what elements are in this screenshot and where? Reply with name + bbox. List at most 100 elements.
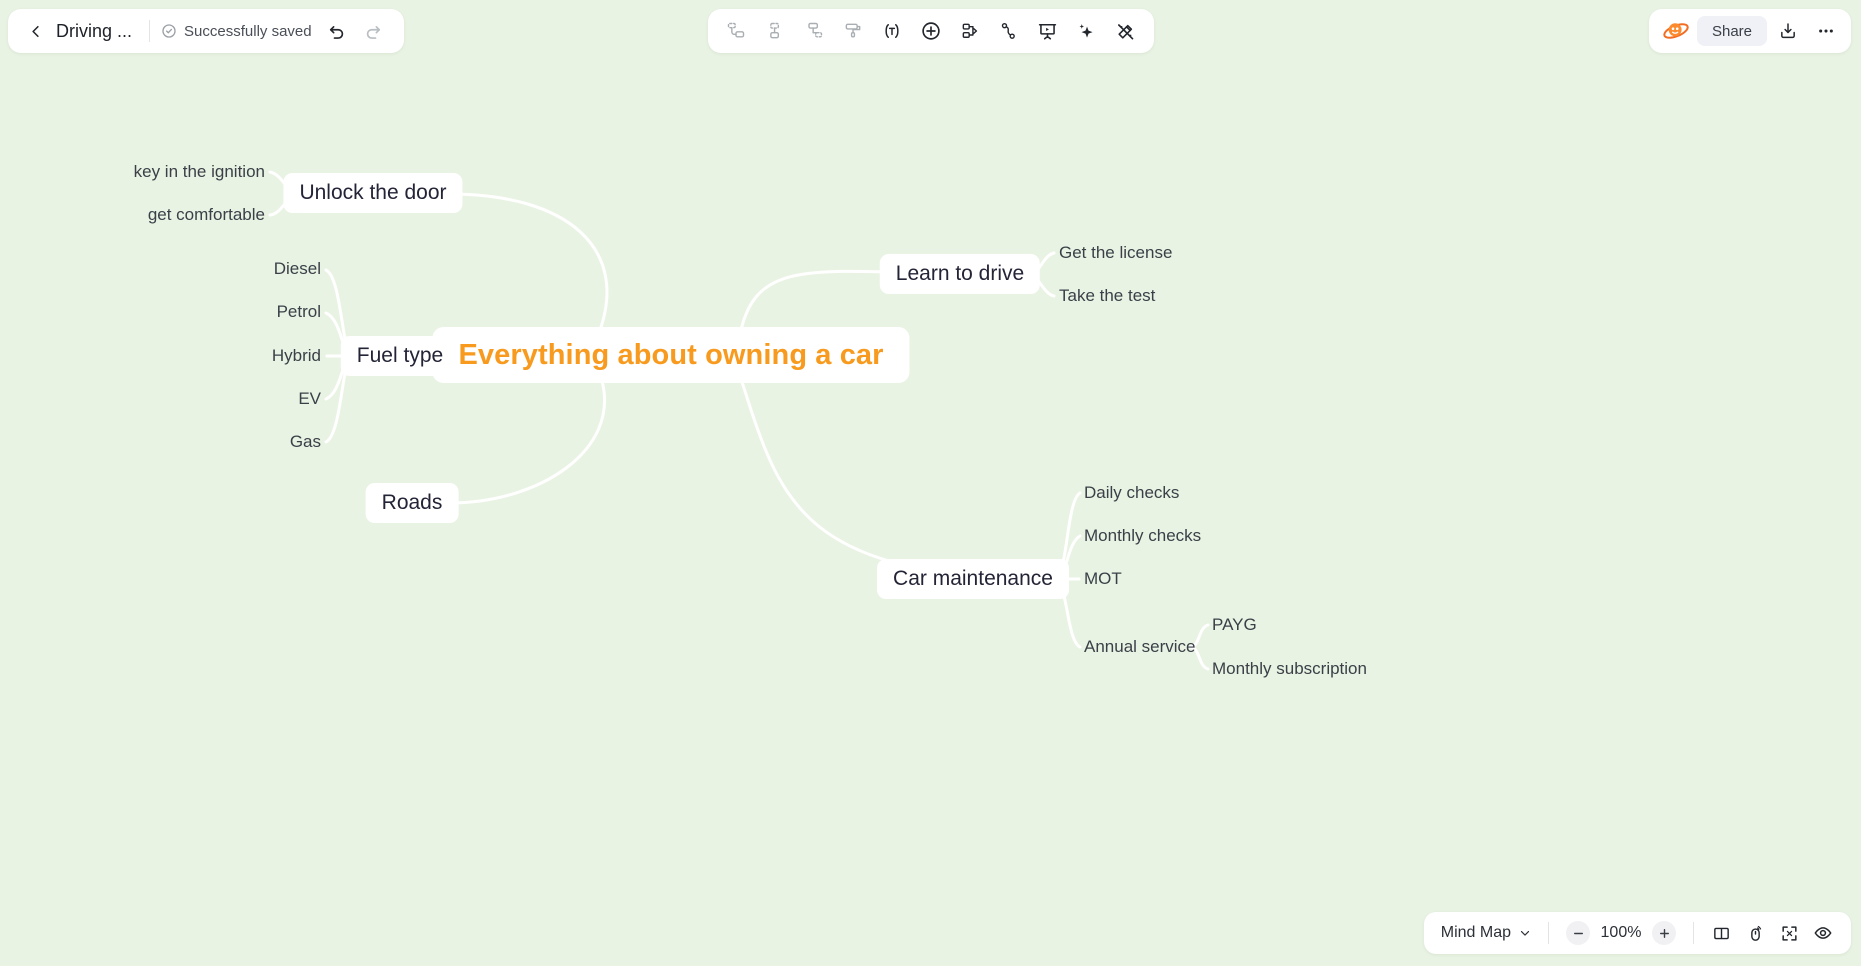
insert-button[interactable] [913, 13, 949, 49]
chevron-left-icon [31, 25, 39, 37]
check-circle-icon [162, 24, 176, 38]
leaf-label: get comfortable [147, 205, 265, 224]
mindmap-canvas[interactable]: Everything about owning a car Unlock the… [0, 0, 1861, 966]
leaf-label: Monthly checks [1084, 526, 1202, 545]
chevron-down-icon [1520, 930, 1530, 936]
leaf-label: EV [298, 389, 321, 408]
mindmap-leaf-daily-checks[interactable]: Daily checks [1084, 483, 1179, 503]
mindmap-leaf-petrol[interactable]: Petrol [277, 302, 321, 322]
add-sibling-node-button[interactable] [718, 13, 754, 49]
node-child-icon [769, 22, 779, 39]
eye-icon [1814, 927, 1832, 939]
share-button[interactable]: Share [1696, 16, 1767, 46]
mindmap-leaf-key-in-the-ignition[interactable]: key in the ignition [134, 162, 265, 182]
magic-wand-icon [1118, 23, 1134, 40]
layout-arrow-icon [962, 23, 977, 38]
leaf-label: Hybrid [271, 346, 321, 365]
leaf-label: Get the license [1059, 243, 1173, 262]
planet-logo-glyph [1663, 23, 1689, 39]
save-status: Successfully saved [161, 23, 318, 40]
paint-roller-icon [845, 23, 860, 38]
document-title[interactable]: Driving ... [54, 21, 138, 42]
export-button[interactable] [1771, 14, 1805, 48]
leaf-label: PAYG [1212, 615, 1257, 634]
leaf-label: Annual service [1084, 637, 1196, 656]
text-style-button[interactable] [874, 13, 910, 49]
connector-lines [268, 170, 1210, 671]
mindmap-leaf-mot[interactable]: MOT [1084, 569, 1122, 589]
node-label: Fuel type [356, 344, 444, 367]
mindmap-leaf-monthly-subscription[interactable]: Monthly subscription [1212, 659, 1367, 679]
mindmap-leaf-get-the-license[interactable]: Get the license [1059, 243, 1172, 263]
add-subtopic-button[interactable] [796, 13, 832, 49]
node-sibling-icon [727, 22, 744, 38]
node-label: Car maintenance [893, 567, 1053, 590]
leaf-label: Gas [289, 432, 321, 451]
node-label: Unlock the door [299, 181, 447, 204]
view-mode-selector[interactable]: Mind Map [1436, 918, 1537, 948]
leaf-label: Daily checks [1084, 483, 1180, 502]
mindmap-node-unlock[interactable]: Unlock the door [283, 173, 463, 213]
save-status-label: Successfully saved [184, 22, 312, 40]
view-mode-label: Mind Map [1440, 924, 1511, 941]
mindmap-app: Everything about owning a car Unlock the… [0, 0, 1861, 966]
mindmap-leaf-gas[interactable]: Gas [290, 432, 321, 452]
sparkle-icon [1079, 23, 1093, 38]
back-button[interactable] [18, 14, 52, 48]
node-label: Learn to drive [895, 262, 1025, 285]
add-child-node-button[interactable] [757, 13, 793, 49]
mindmap-node-roads[interactable]: Roads [365, 483, 459, 523]
plus-icon [1659, 928, 1669, 938]
format-paint-button[interactable] [835, 13, 871, 49]
mindmap-node-learn-to-drive[interactable]: Learn to drive [879, 254, 1041, 294]
relationship-button[interactable] [991, 13, 1027, 49]
zoom-level-label: 100% [1600, 924, 1642, 941]
main-toolbar [707, 9, 1154, 53]
redo-button[interactable] [356, 14, 390, 48]
split-panel-icon [1713, 927, 1729, 939]
document-titlebar: Driving ... Successfully saved [8, 9, 404, 53]
share-label: Share [1711, 22, 1752, 40]
leaf-label: Petrol [276, 302, 321, 321]
presentation-button[interactable] [1030, 13, 1066, 49]
view-controls-bar: Mind Map 100% [1423, 912, 1851, 954]
mindmap-leaf-ev[interactable]: EV [298, 389, 321, 409]
undo-button[interactable] [320, 14, 354, 48]
divider [1548, 922, 1549, 944]
root-node-label: Everything about owning a car [458, 338, 884, 371]
magic-wand-button[interactable] [1108, 13, 1144, 49]
mouse-icon [1750, 925, 1761, 941]
mindmap-root-node[interactable]: Everything about owning a car [432, 327, 910, 383]
mindmap-leaf-annual-service[interactable]: Annual service [1084, 637, 1196, 657]
mindmap-leaf-take-the-test[interactable]: Take the test [1059, 286, 1155, 306]
node-label: Roads [381, 491, 443, 514]
preview-button[interactable] [1807, 917, 1839, 949]
more-horizontal-icon [1819, 29, 1833, 33]
layout-button[interactable] [952, 13, 988, 49]
leaf-label: Take the test [1059, 286, 1156, 305]
fit-to-screen-button[interactable] [1773, 917, 1805, 949]
node-branch-icon [807, 22, 822, 38]
split-view-button[interactable] [1705, 917, 1737, 949]
ai-assistant-button[interactable] [1069, 13, 1105, 49]
mindmap-node-car-maintenance[interactable]: Car maintenance [877, 559, 1069, 599]
divider [1693, 922, 1694, 944]
mindmap-node-fuel-type[interactable]: Fuel type [340, 336, 460, 376]
relationship-curve-icon [1001, 22, 1015, 39]
mindmap-leaf-hybrid[interactable]: Hybrid [272, 346, 321, 366]
redo-icon [366, 26, 380, 39]
mindmap-leaf-get-comfortable[interactable]: get comfortable [148, 205, 265, 225]
plus-circle-icon [921, 22, 940, 40]
minus-icon [1573, 932, 1583, 934]
mindmap-leaf-monthly-checks[interactable]: Monthly checks [1084, 526, 1201, 546]
more-options-button[interactable] [1809, 14, 1843, 48]
mindmap-leaf-diesel[interactable]: Diesel [274, 259, 321, 279]
leaf-label: Monthly subscription [1212, 659, 1367, 678]
expand-icon [1781, 925, 1797, 941]
leaf-label: key in the ignition [133, 162, 265, 181]
mindmap-leaf-payg[interactable]: PAYG [1212, 615, 1257, 635]
zoom-out-button[interactable] [1566, 921, 1590, 945]
zoom-in-button[interactable] [1652, 921, 1676, 945]
leaf-label: Diesel [273, 259, 321, 278]
pointer-mode-button[interactable] [1739, 917, 1771, 949]
